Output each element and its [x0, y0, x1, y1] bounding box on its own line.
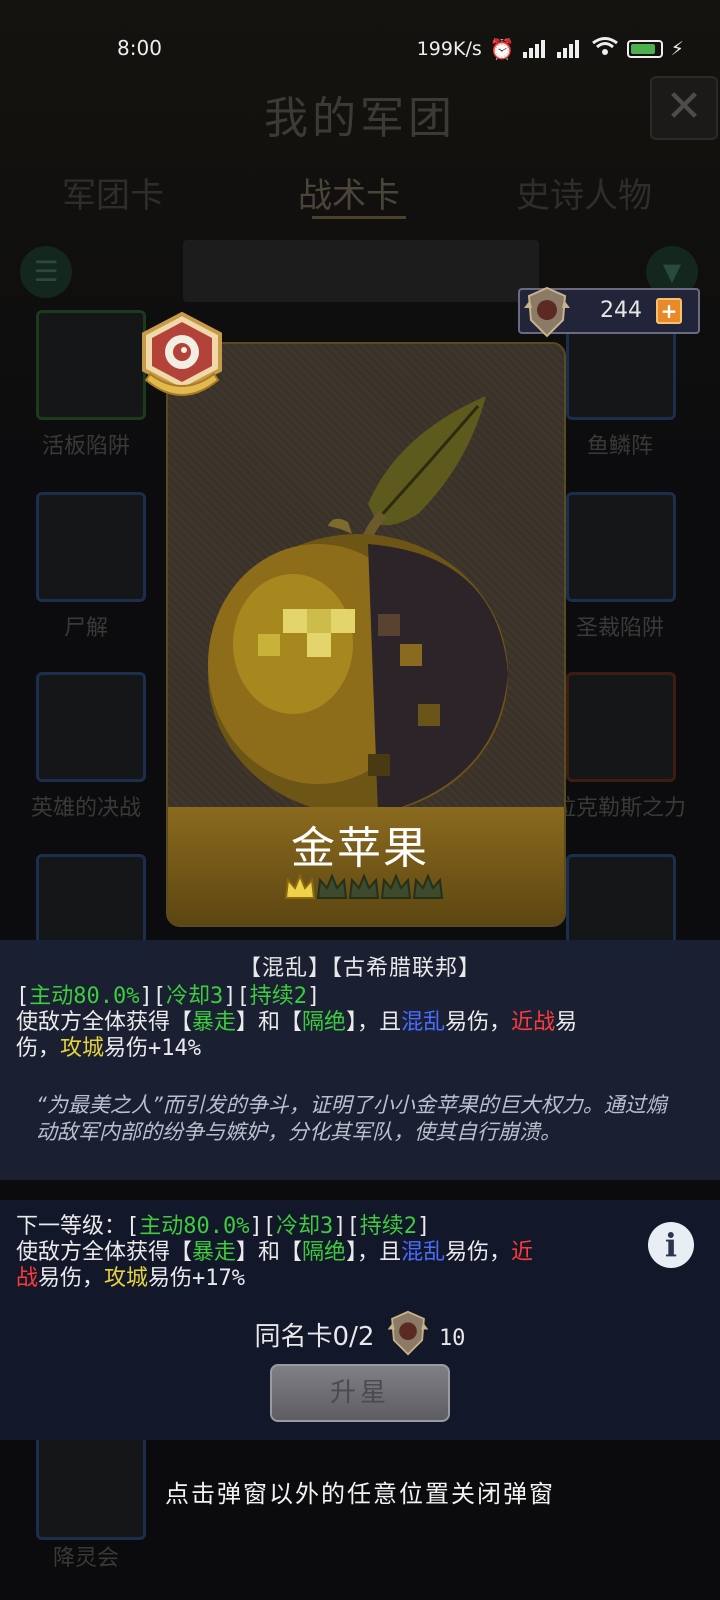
tab-epic-characters[interactable]: 史诗人物 [516, 168, 652, 217]
chaos-type-badge [136, 311, 228, 402]
alarm-icon: ⏰ [489, 36, 515, 61]
crown-empty-icon [412, 872, 444, 902]
add-currency-button[interactable]: + [656, 298, 682, 324]
crown-empty-icon [316, 872, 348, 902]
bg-card-label: 降灵会 [52, 1546, 119, 1571]
net-speed: 199K/s [416, 37, 482, 60]
legion-emblem-icon [524, 286, 570, 338]
bg-card[interactable] [36, 492, 146, 602]
bg-card[interactable] [36, 672, 146, 782]
currency-display: 244 + [518, 286, 700, 338]
flavor-text: “为最美之人”而引发的争斗，证明了小小金苹果的巨大权力。通过煽动敌军内部的纷争与… [36, 1093, 667, 1144]
bg-card[interactable] [36, 310, 146, 420]
card-tags: 【混乱】【古希腊联邦】 [238, 956, 481, 981]
crown-empty-icon [380, 872, 412, 902]
effect-stats-line: [主动80.0%][冷却3][持续2] [16, 984, 321, 1009]
cooldown: 冷却3 [165, 984, 224, 1009]
currency-value: 244 [600, 298, 642, 323]
bg-card-label: 尸解 [63, 616, 108, 641]
tab-legion-cards[interactable]: 军团卡 [62, 168, 164, 217]
isolate-keyword: 隔绝 [302, 1010, 347, 1035]
bg-card-label: 活板陷阱 [41, 434, 130, 459]
status-bar: 8:00 199K/s ⏰ ⚡ [0, 0, 720, 90]
tab-tactic-cards[interactable]: 战术卡 [298, 168, 400, 217]
card-name: 金苹果 [291, 823, 429, 874]
upgrade-cost: 10 [438, 1326, 466, 1351]
tab-bar: 军团卡 战术卡 史诗人物 [0, 160, 720, 220]
melee-keyword: 近战 [511, 1010, 556, 1035]
upgrade-star-button[interactable]: 升星 [270, 1364, 450, 1422]
crown-filled-icon [284, 872, 316, 902]
star-rating [284, 872, 444, 908]
info-icon: i [664, 1226, 678, 1264]
active-chance: 主动80.0% [29, 984, 140, 1009]
current-effect: [主动80.0%][冷却3][持续2] 使敌方全体获得【暴走】和【隔绝】，且混乱… [16, 984, 706, 1062]
next-desc-line: 使敌方全体获得【暴走】和【隔绝】，且混乱易伤，近 [16, 1240, 534, 1265]
next-stats-line: 下一等级：[主动80.0%][冷却3][持续2] [16, 1214, 431, 1239]
rage-keyword: 暴走 [192, 1010, 237, 1035]
duration: 持续2 [249, 984, 307, 1009]
charging-icon: ⚡ [670, 37, 684, 60]
filter-icon: ▼ [662, 258, 682, 286]
list-icon: ☰ [33, 255, 59, 288]
bg-card[interactable] [566, 492, 676, 602]
next-desc-line: 战易伤，攻城易伤+17% [16, 1266, 246, 1291]
effect-desc-line: 使敌方全体获得【暴走】和【隔绝】，且混乱易伤，近战易 [16, 1010, 578, 1035]
page-title: 我的军团 [264, 93, 456, 144]
duplicate-card-row: 同名卡0/2 10 [0, 1310, 720, 1356]
status-time: 8:00 [117, 36, 162, 60]
bg-card[interactable] [566, 672, 676, 782]
crown-empty-icon [348, 872, 380, 902]
info-button[interactable]: i [648, 1222, 694, 1268]
siege-keyword: 攻城 [60, 1036, 105, 1061]
status-icons: 199K/s ⏰ ⚡ [417, 36, 684, 61]
wifi-icon [591, 36, 619, 61]
chaos-keyword: 混乱 [401, 1010, 446, 1035]
signal-icon [522, 39, 549, 58]
close-hint: 点击弹窗以外的任意位置关闭弹窗 [165, 1480, 555, 1508]
duplicate-count: 同名卡0/2 [254, 1322, 375, 1352]
signal-icon [556, 39, 583, 58]
menu-button[interactable]: ☰ [20, 246, 72, 298]
battery-icon [626, 39, 663, 58]
tab-indicator [312, 216, 406, 219]
search-input[interactable] [183, 240, 539, 302]
legion-emblem-icon [387, 1310, 429, 1356]
next-level-effect: 下一等级：[主动80.0%][冷却3][持续2] 使敌方全体获得【暴走】和【隔绝… [16, 1214, 636, 1292]
effect-desc-line: 伤，攻城易伤+14% [16, 1036, 202, 1061]
